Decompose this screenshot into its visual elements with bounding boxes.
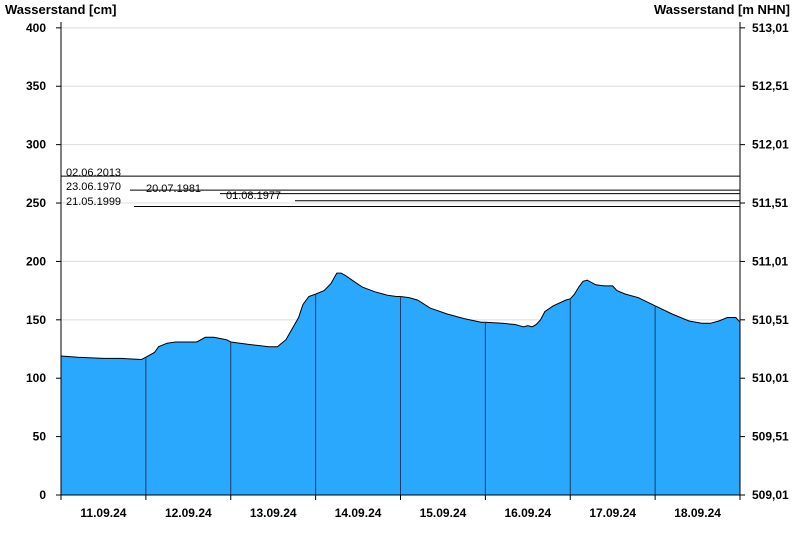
left-tick-label: 250 [26,196,46,210]
right-tick-label: 513,01 [752,21,789,35]
historical-level-label: 01.08.1977 [226,190,281,202]
right-tick-label: 509,51 [752,430,789,444]
historical-level-label: 20.07.1981 [146,183,201,195]
historical-levels: 02.06.2013 23.06.1970 20.07.1981 01.08.1977… [61,167,740,208]
left-tick-label: 300 [26,138,46,152]
x-tick-label: 13.09.24 [250,506,297,520]
historical-level-label: 21.05.1999 [66,196,121,208]
area-layer [60,272,741,495]
historical-level-label: 23.06.1970 [66,181,121,193]
right-tick-label: 510,01 [752,371,789,385]
x-tick-label: 16.09.24 [504,506,551,520]
right-tick-label: 511,01 [752,254,788,268]
right-tick-label: 509,01 [752,488,789,502]
x-tick-label: 17.09.24 [589,506,636,520]
historical-level-label: 02.06.2013 [66,167,121,179]
x-tick-label: 15.09.24 [420,506,467,520]
left-tick-label: 0 [39,488,46,502]
left-axis-title: Wasserstand [cm] [5,2,117,17]
left-tick-label: 150 [26,313,46,327]
water-level-chart: 02.06.2013 23.06.1970 20.07.1981 01.08.1977… [5,2,790,520]
x-tick-label: 18.09.24 [674,506,721,520]
right-tick-label: 511,51 [752,196,788,210]
x-tick-label: 11.09.24 [80,506,126,520]
left-tick-label: 400 [26,21,46,35]
x-tick-label: 14.09.24 [335,506,382,520]
x-tick-label: 12.09.24 [165,506,212,520]
left-tick-label: 200 [26,254,46,268]
left-tick-label: 50 [33,430,47,444]
right-axis-title: Wasserstand [m NHN] [654,2,790,17]
left-tick-label: 350 [26,79,46,93]
right-tick-label: 512,01 [752,138,789,152]
right-tick-label: 510,51 [752,313,789,327]
right-tick-label: 512,51 [752,79,789,93]
left-tick-label: 100 [26,371,46,385]
